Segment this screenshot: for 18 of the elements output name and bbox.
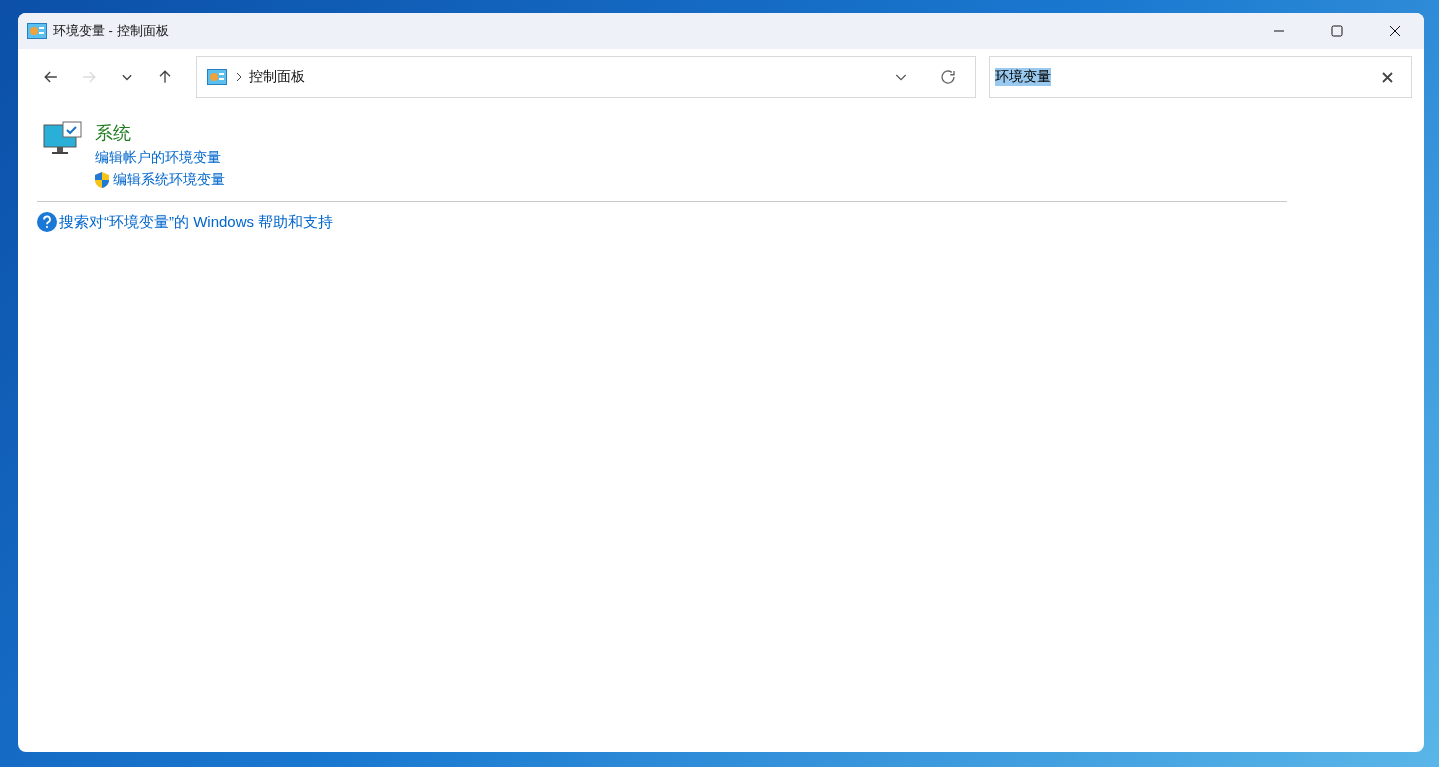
result-title-link[interactable]: 系统	[95, 121, 225, 145]
help-icon	[37, 212, 57, 232]
help-search-link[interactable]: 搜索对“环境变量”的 Windows 帮助和支持	[59, 212, 334, 232]
chevron-right-icon	[235, 72, 243, 82]
control-panel-icon	[27, 23, 47, 39]
close-icon	[1382, 71, 1393, 83]
settings-link[interactable]: 编辑帐户的环境变量	[95, 149, 221, 167]
search-text: 环境变量	[995, 68, 1051, 86]
search-field[interactable]: 环境变量	[989, 56, 1412, 98]
maximize-icon	[1331, 25, 1343, 37]
refresh-icon	[939, 68, 957, 86]
close-icon	[1389, 25, 1401, 37]
address-bar[interactable]: 控制面板	[196, 56, 976, 98]
monitor-icon	[43, 121, 83, 157]
settings-link[interactable]: 编辑系统环境变量	[113, 171, 225, 189]
window-title: 环境变量 - 控制面板	[53, 22, 170, 40]
breadcrumb-item[interactable]: 控制面板	[249, 68, 885, 86]
control-panel-icon	[207, 69, 227, 85]
